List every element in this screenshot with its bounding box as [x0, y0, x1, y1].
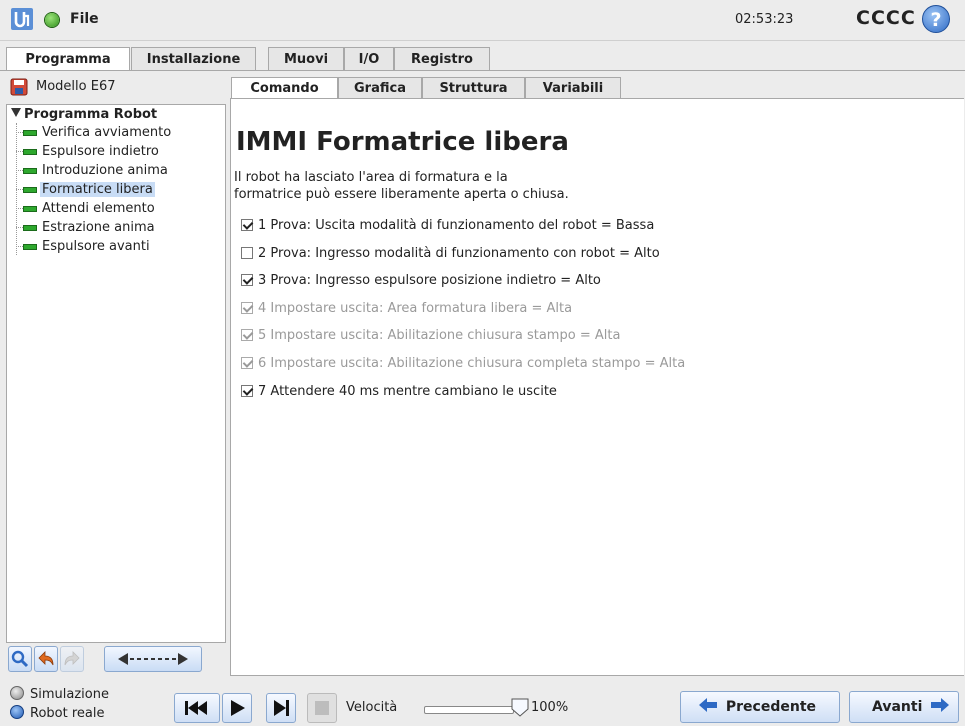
program-sidebar: Modello E67 Programma Robot Verifica avv… — [6, 71, 228, 676]
tree-root-label: Programma Robot — [24, 107, 158, 122]
node-editor: Comando Grafica Struttura Variabili IMMI… — [230, 71, 965, 676]
search-icon — [11, 650, 29, 668]
model-row[interactable]: Modello E67 — [6, 71, 228, 101]
robot-status-icon — [45, 13, 59, 27]
file-menu[interactable]: File — [70, 11, 99, 27]
stop-icon — [315, 701, 329, 715]
real-robot-radio-icon[interactable] — [10, 705, 24, 719]
undo-button[interactable] — [34, 646, 58, 672]
step-forward-icon — [274, 700, 289, 716]
tab-variabili[interactable]: Variabili — [525, 77, 621, 99]
checkbox[interactable] — [241, 274, 253, 286]
redo-button[interactable] — [60, 646, 84, 672]
skip-to-start-button[interactable] — [174, 693, 220, 723]
universal-robots-logo-icon — [11, 8, 33, 30]
program-tree[interactable]: Programma Robot Verifica avviamento Espu… — [6, 104, 226, 643]
checkbox[interactable] — [241, 247, 253, 259]
clock: 02:53:23 — [735, 12, 794, 27]
description-line-1: Il robot ha lasciato l'area di formatura… — [234, 170, 508, 185]
footer-bar: Simulazione Robot reale Velocità 100% Pr… — [0, 680, 965, 726]
help-icon[interactable]: ? — [922, 5, 950, 33]
description-line-2: formatrice può essere liberamente aperta… — [234, 187, 569, 202]
simulation-radio-icon[interactable] — [10, 686, 24, 700]
step-button[interactable] — [266, 693, 296, 723]
left-right-arrow-icon — [118, 653, 188, 665]
top-bar: File 02:53:23 CCCC ? — [0, 0, 965, 41]
redo-arrow-icon — [64, 651, 80, 666]
checkbox — [241, 357, 253, 369]
speed-label: Velocità — [346, 700, 398, 715]
arrow-right-icon — [931, 698, 950, 712]
check-item-5: 5 Impostare uscita: Abilitazione chiusur… — [241, 326, 620, 346]
tree-toolbar — [6, 645, 224, 675]
tab-io[interactable]: I/O — [344, 47, 394, 70]
tree-item[interactable]: Espulsore avanti — [16, 238, 152, 256]
play-icon — [231, 700, 245, 716]
previous-label: Precedente — [725, 699, 816, 715]
check-item-3[interactable]: 3 Prova: Ingresso espulsore posizione in… — [241, 271, 601, 291]
skip-back-icon — [185, 701, 207, 715]
program-node-icon — [23, 186, 37, 193]
program-node-icon — [23, 167, 37, 174]
search-button[interactable] — [8, 646, 32, 672]
stop-button[interactable] — [307, 693, 337, 723]
next-label: Avanti — [872, 699, 923, 715]
program-node-icon — [23, 243, 37, 250]
check-item-1[interactable]: 1 Prova: Uscita modalità di funzionament… — [241, 216, 654, 236]
speed-slider-handle[interactable] — [510, 698, 530, 718]
tab-grafica[interactable]: Grafica — [338, 77, 422, 99]
arrow-left-icon — [699, 698, 717, 712]
tab-registro[interactable]: Registro — [394, 47, 490, 70]
program-node-icon — [23, 148, 37, 155]
command-content: IMMI Formatrice libera Il robot ha lasci… — [230, 98, 964, 676]
tree-item[interactable]: Estrazione anima — [16, 219, 157, 237]
tree-item[interactable]: Espulsore indietro — [16, 143, 161, 161]
speed-slider[interactable] — [424, 706, 514, 714]
tab-struttura[interactable]: Struttura — [422, 77, 525, 99]
program-node-icon — [23, 224, 37, 231]
check-item-6: 6 Impostare uscita: Abilitazione chiusur… — [241, 354, 685, 374]
tab-installazione[interactable]: Installazione — [131, 47, 256, 70]
previous-button[interactable]: Precedente — [680, 691, 840, 723]
tree-item[interactable]: Attendi elemento — [16, 200, 157, 218]
checkbox[interactable] — [241, 219, 253, 231]
undo-arrow-icon — [38, 651, 54, 666]
model-name: Modello E67 — [36, 79, 116, 94]
check-item-2[interactable]: 2 Prova: Ingresso modalità di funzioname… — [241, 244, 660, 264]
tab-muovi[interactable]: Muovi — [268, 47, 344, 70]
move-node-button[interactable] — [104, 646, 202, 672]
check-item-7[interactable]: 7 Attendere 40 ms mentre cambiano le usc… — [241, 382, 557, 402]
mode-real-robot[interactable]: Robot reale — [10, 705, 104, 721]
checkbox — [241, 302, 253, 314]
description: Il robot ha lasciato l'area di formatura… — [234, 169, 569, 203]
tree-item[interactable]: Verifica avviamento — [16, 124, 173, 142]
play-button[interactable] — [222, 693, 252, 723]
tree-item-selected[interactable]: Formatrice libera — [16, 181, 155, 199]
page-title: IMMI Formatrice libera — [236, 127, 569, 157]
tree-root[interactable]: Programma Robot — [11, 107, 157, 122]
robot-name: CCCC — [856, 7, 916, 29]
program-node-icon — [23, 205, 37, 212]
checkbox[interactable] — [241, 385, 253, 397]
checkbox — [241, 329, 253, 341]
program-node-icon — [23, 129, 37, 136]
next-button[interactable]: Avanti — [849, 691, 959, 723]
speed-value: 100% — [531, 700, 569, 715]
save-disk-icon[interactable] — [10, 78, 28, 96]
tree-item[interactable]: Introduzione anima — [16, 162, 170, 180]
mode-simulation[interactable]: Simulazione — [10, 686, 109, 702]
expand-triangle-icon[interactable] — [11, 108, 21, 117]
check-item-4: 4 Impostare uscita: Area formatura liber… — [241, 299, 572, 319]
